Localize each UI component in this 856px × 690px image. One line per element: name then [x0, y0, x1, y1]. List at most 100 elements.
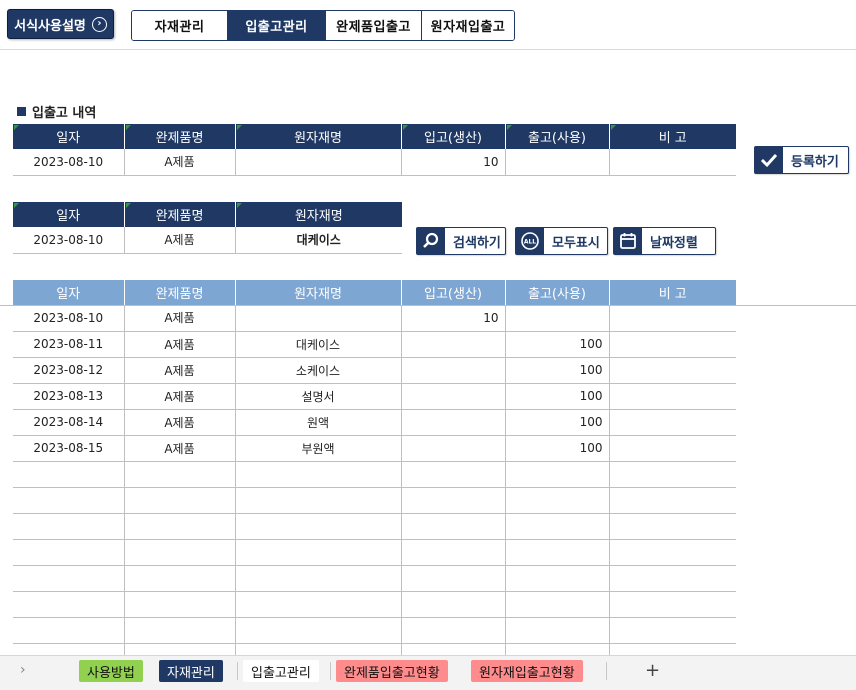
- list-out-cell[interactable]: [505, 565, 610, 592]
- search-material-cell[interactable]: 대케이스: [235, 227, 402, 254]
- list-in-cell[interactable]: [401, 539, 506, 566]
- list-out-cell[interactable]: 100: [505, 409, 610, 436]
- list-product-cell[interactable]: [124, 513, 236, 540]
- list-note-cell[interactable]: [609, 435, 736, 462]
- list-material-cell[interactable]: 소케이스: [235, 357, 402, 384]
- tab-raw-material-inout[interactable]: 원자재입출고: [422, 11, 514, 40]
- list-material-cell[interactable]: [235, 305, 402, 332]
- list-date-cell[interactable]: [13, 617, 125, 644]
- list-out-cell[interactable]: [505, 305, 610, 332]
- list-date-cell[interactable]: [13, 487, 125, 514]
- search-button[interactable]: 검색하기: [416, 227, 506, 255]
- list-date-cell[interactable]: 2023-08-15: [13, 435, 125, 462]
- entry-note-cell[interactable]: [609, 149, 736, 176]
- list-material-cell[interactable]: [235, 539, 402, 566]
- sheet-tab-inout[interactable]: 입출고관리: [243, 660, 319, 682]
- list-product-cell[interactable]: [124, 461, 236, 488]
- search-product-cell[interactable]: A제품: [124, 227, 236, 254]
- list-product-cell[interactable]: [124, 539, 236, 566]
- list-date-cell[interactable]: 2023-08-13: [13, 383, 125, 410]
- list-out-cell[interactable]: [505, 617, 610, 644]
- list-material-cell[interactable]: 설명서: [235, 383, 402, 410]
- sheet-tab-product-status[interactable]: 완제품입출고현황: [336, 660, 448, 682]
- list-out-cell[interactable]: [505, 513, 610, 540]
- list-date-cell[interactable]: 2023-08-14: [13, 409, 125, 436]
- list-header-date[interactable]: 일자: [13, 280, 125, 305]
- tab-inout-management[interactable]: 입출고관리: [228, 11, 326, 40]
- list-note-cell[interactable]: [609, 565, 736, 592]
- list-header-out[interactable]: 출고(사용): [505, 280, 610, 305]
- list-note-cell[interactable]: [609, 591, 736, 618]
- list-date-cell[interactable]: [13, 565, 125, 592]
- list-in-cell[interactable]: [401, 435, 506, 462]
- guide-button[interactable]: 서식사용설명 ›: [7, 9, 114, 39]
- list-out-cell[interactable]: 100: [505, 383, 610, 410]
- entry-material-cell[interactable]: [235, 149, 402, 176]
- list-note-cell[interactable]: [609, 331, 736, 358]
- list-out-cell[interactable]: [505, 539, 610, 566]
- list-material-cell[interactable]: [235, 513, 402, 540]
- sheet-tab-usage[interactable]: 사용방법: [79, 660, 143, 682]
- list-in-cell[interactable]: [401, 357, 506, 384]
- list-date-cell[interactable]: [13, 539, 125, 566]
- list-in-cell[interactable]: [401, 461, 506, 488]
- list-product-cell[interactable]: A제품: [124, 383, 236, 410]
- add-sheet-icon[interactable]: +: [645, 660, 660, 681]
- list-material-cell[interactable]: 대케이스: [235, 331, 402, 358]
- list-material-cell[interactable]: [235, 487, 402, 514]
- list-header-in[interactable]: 입고(생산): [401, 280, 506, 305]
- list-in-cell[interactable]: 10: [401, 305, 506, 332]
- list-product-cell[interactable]: A제품: [124, 305, 236, 332]
- chevron-right-icon[interactable]: ›: [20, 662, 26, 678]
- entry-product-cell[interactable]: A제품: [124, 149, 236, 176]
- list-material-cell[interactable]: [235, 617, 402, 644]
- list-product-cell[interactable]: [124, 487, 236, 514]
- sheet-tab-material[interactable]: 자재관리: [159, 660, 223, 682]
- list-note-cell[interactable]: [609, 487, 736, 514]
- list-out-cell[interactable]: 100: [505, 357, 610, 384]
- list-note-cell[interactable]: [609, 383, 736, 410]
- list-note-cell[interactable]: [609, 461, 736, 488]
- list-in-cell[interactable]: [401, 383, 506, 410]
- list-material-cell[interactable]: [235, 461, 402, 488]
- entry-in-cell[interactable]: 10: [401, 149, 506, 176]
- sort-date-button[interactable]: 날짜정렬: [613, 227, 716, 255]
- list-note-cell[interactable]: [609, 513, 736, 540]
- list-date-cell[interactable]: 2023-08-12: [13, 357, 125, 384]
- entry-out-cell[interactable]: [505, 149, 610, 176]
- list-out-cell[interactable]: [505, 487, 610, 514]
- list-note-cell[interactable]: [609, 357, 736, 384]
- list-in-cell[interactable]: [401, 331, 506, 358]
- list-header-material[interactable]: 원자재명: [235, 280, 402, 305]
- list-in-cell[interactable]: [401, 487, 506, 514]
- list-in-cell[interactable]: [401, 617, 506, 644]
- list-in-cell[interactable]: [401, 409, 506, 436]
- list-date-cell[interactable]: [13, 461, 125, 488]
- list-out-cell[interactable]: [505, 461, 610, 488]
- list-in-cell[interactable]: [401, 565, 506, 592]
- list-note-cell[interactable]: [609, 617, 736, 644]
- list-out-cell[interactable]: 100: [505, 331, 610, 358]
- list-material-cell[interactable]: [235, 565, 402, 592]
- list-note-cell[interactable]: [609, 409, 736, 436]
- list-product-cell[interactable]: [124, 591, 236, 618]
- sheet-tab-material-status[interactable]: 원자재입출고현황: [471, 660, 583, 682]
- list-header-product[interactable]: 완제품명: [124, 280, 236, 305]
- tab-product-inout[interactable]: 완제품입출고: [326, 11, 422, 40]
- list-in-cell[interactable]: [401, 513, 506, 540]
- list-header-note[interactable]: 비 고: [609, 280, 736, 305]
- search-date-cell[interactable]: 2023-08-10: [13, 227, 125, 254]
- list-product-cell[interactable]: A제품: [124, 409, 236, 436]
- list-product-cell[interactable]: [124, 565, 236, 592]
- list-material-cell[interactable]: [235, 591, 402, 618]
- list-date-cell[interactable]: 2023-08-11: [13, 331, 125, 358]
- list-product-cell[interactable]: A제품: [124, 435, 236, 462]
- tab-material-management[interactable]: 자재관리: [132, 11, 228, 40]
- list-note-cell[interactable]: [609, 539, 736, 566]
- list-date-cell[interactable]: [13, 591, 125, 618]
- entry-date-cell[interactable]: 2023-08-10: [13, 149, 125, 176]
- list-material-cell[interactable]: 원액: [235, 409, 402, 436]
- show-all-button[interactable]: ALL 모두표시: [515, 227, 608, 255]
- list-date-cell[interactable]: [13, 513, 125, 540]
- list-product-cell[interactable]: [124, 617, 236, 644]
